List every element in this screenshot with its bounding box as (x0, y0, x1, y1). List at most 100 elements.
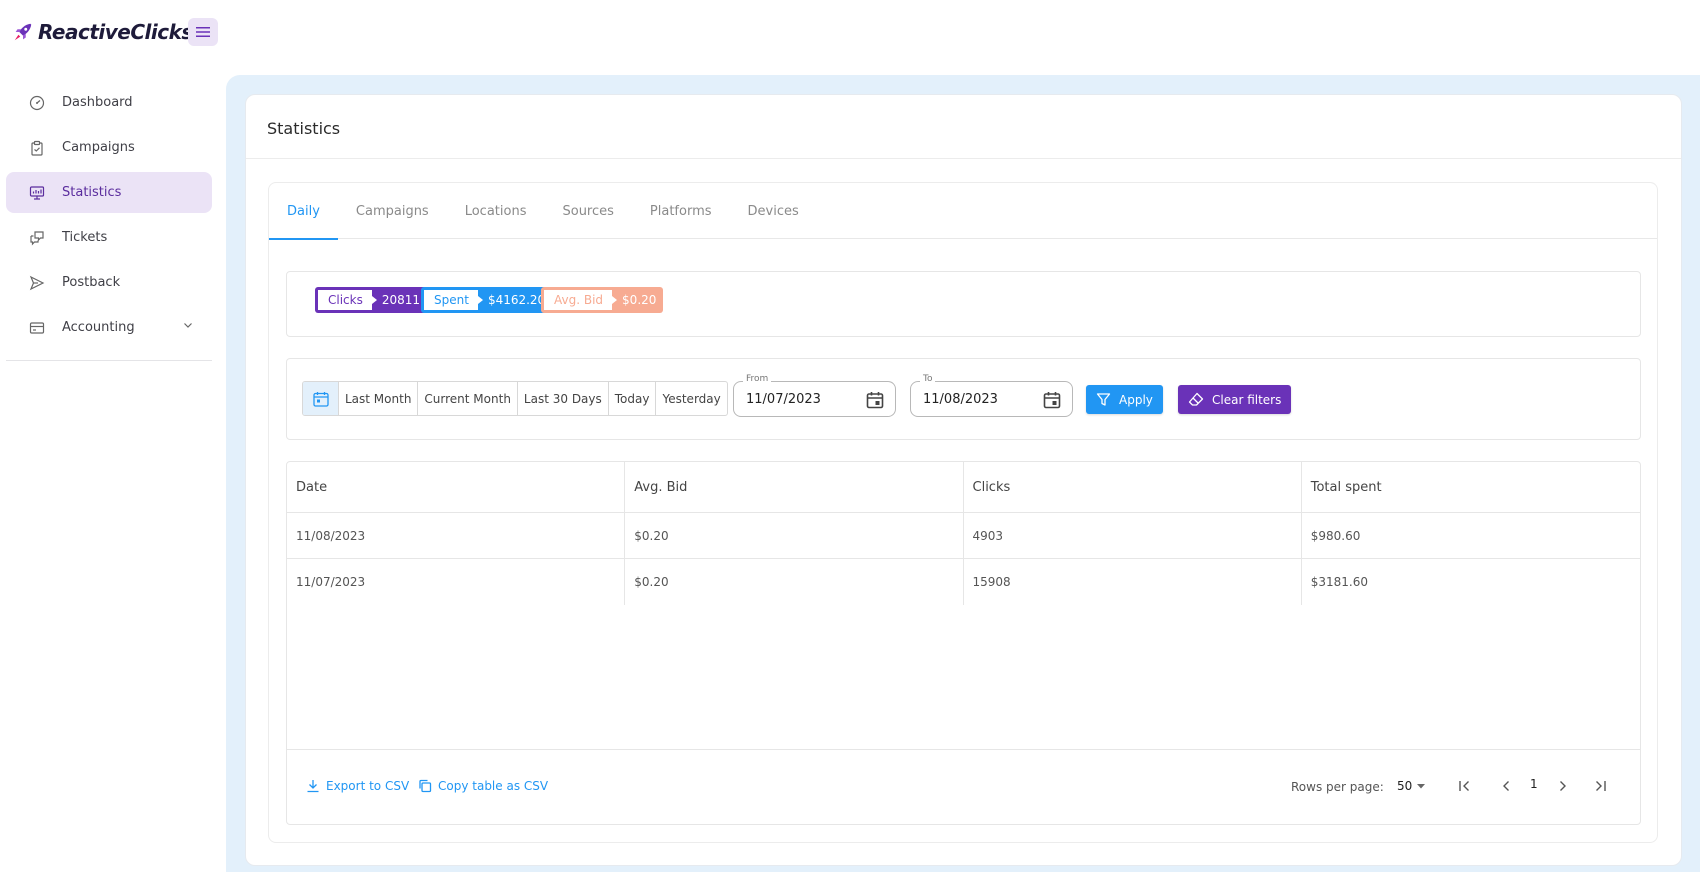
sidebar-item-label: Statistics (62, 185, 122, 200)
sidebar-nav: Dashboard Campaigns Statistics Tickets P… (6, 82, 212, 352)
to-date-label: To (920, 374, 936, 384)
app-root: ReactiveClicks Dashboard Campaigns Stati… (0, 0, 1700, 872)
cell-date: 11/08/2023 (287, 513, 626, 558)
copy-csv-button[interactable]: Copy table as CSV (418, 779, 548, 793)
first-page-icon (1459, 781, 1469, 791)
summary-box: Clicks 20811 Spent $4162.20 Avg. Bid $0.… (286, 271, 1641, 337)
apply-button[interactable]: Apply (1086, 385, 1163, 414)
sidebar-item-label: Accounting (62, 320, 135, 335)
rows-per-page-label: Rows per page: (1291, 780, 1384, 794)
clicks-badge: Clicks 20811 (315, 287, 428, 313)
menu-toggle-button[interactable] (188, 18, 218, 46)
table-row[interactable]: 11/07/2023 $0.20 15908 $3181.60 (287, 559, 1640, 605)
dashboard-gauge-icon (28, 94, 46, 112)
chevron-down-icon (182, 319, 194, 335)
avg-bid-badge: Avg. Bid $0.20 (541, 287, 664, 313)
caret-down-icon (1417, 784, 1426, 789)
chevron-right-icon (1560, 781, 1566, 791)
avg-bid-label: Avg. Bid (544, 290, 618, 310)
sidebar-item-statistics[interactable]: Statistics (6, 172, 212, 213)
column-header-clicks[interactable]: Clicks (964, 462, 1302, 513)
export-csv-label: Export to CSV (326, 779, 410, 793)
sidebar-item-postback[interactable]: Postback (6, 262, 212, 303)
tab-campaigns[interactable]: Campaigns (338, 183, 447, 239)
filter-funnel-icon (1096, 393, 1111, 406)
tab-locations[interactable]: Locations (447, 183, 545, 239)
last-page-icon (1596, 781, 1606, 791)
table-header: Date Avg. Bid Clicks Total spent (287, 462, 1640, 513)
rows-per-page-select[interactable]: 50 (1397, 779, 1426, 793)
export-csv-button[interactable]: Export to CSV (306, 779, 409, 793)
tab-platforms[interactable]: Platforms (632, 183, 730, 239)
tab-bar: Daily Campaigns Locations Sources Platfo… (269, 183, 1657, 240)
monitor-chart-icon (28, 184, 46, 202)
sidebar-item-label: Campaigns (62, 140, 135, 155)
calendar-icon[interactable] (865, 390, 885, 414)
clicks-label: Clicks (318, 290, 377, 310)
brand[interactable]: ReactiveClicks (12, 16, 193, 48)
copy-csv-label: Copy table as CSV (438, 779, 549, 793)
cell-avg-bid: $0.20 (625, 559, 964, 605)
apply-button-label: Apply (1119, 392, 1153, 407)
sidebar-item-label: Postback (62, 275, 121, 290)
last-page-button[interactable] (1592, 778, 1608, 798)
rocket-logo-icon (14, 23, 32, 41)
calendar-preset-button[interactable] (303, 382, 339, 415)
sidebar-divider (6, 360, 212, 361)
tab-devices[interactable]: Devices (730, 183, 817, 239)
send-plane-icon (28, 274, 46, 292)
sidebar-item-label: Tickets (62, 230, 108, 245)
clear-filters-label: Clear filters (1212, 392, 1282, 407)
column-header-date[interactable]: Date (287, 462, 626, 513)
download-icon (307, 780, 319, 793)
cell-clicks: 15908 (964, 559, 1302, 605)
from-date-value: 11/07/2023 (746, 392, 821, 407)
preset-last-30-days[interactable]: Last 30 Days (518, 382, 609, 415)
preset-last-month[interactable]: Last Month (339, 382, 419, 415)
cell-total-spent: $3181.60 (1310, 575, 1369, 589)
cell-date: 11/07/2023 (287, 559, 626, 605)
calendar-icon[interactable] (1042, 390, 1062, 414)
statistics-table: Date Avg. Bid Clicks Total spent 11/08/2… (286, 461, 1641, 825)
spent-label: Spent (424, 290, 483, 310)
preset-yesterday[interactable]: Yesterday (656, 382, 726, 415)
first-page-button[interactable] (1457, 778, 1473, 798)
calendar-icon (312, 391, 329, 407)
page-title: Statistics (267, 119, 341, 138)
filter-box: Last Month Current Month Last 30 Days To… (286, 358, 1641, 440)
next-page-button[interactable] (1555, 778, 1571, 798)
statistics-panel: Daily Campaigns Locations Sources Platfo… (268, 182, 1658, 843)
sidebar-item-tickets[interactable]: Tickets (6, 217, 212, 258)
column-header-total-spent[interactable]: Total spent (1302, 462, 1640, 513)
tab-sources[interactable]: Sources (544, 183, 631, 239)
statistics-card: Statistics Daily Campaigns Locations Sou… (245, 94, 1682, 866)
cell-total-spent: $980.60 (1310, 528, 1361, 543)
to-date-value: 11/08/2023 (923, 392, 998, 407)
brand-name: ReactiveClicks (38, 20, 193, 44)
column-header-avg-bid[interactable]: Avg. Bid (625, 462, 964, 513)
preset-current-month[interactable]: Current Month (418, 382, 518, 415)
previous-page-button[interactable] (1498, 778, 1514, 798)
preset-today[interactable]: Today (609, 382, 657, 415)
card-divider (246, 158, 1681, 159)
chat-bubbles-icon (28, 229, 46, 247)
sidebar-item-label: Dashboard (62, 95, 133, 110)
chevron-left-icon (1503, 781, 1509, 791)
sidebar-item-dashboard[interactable]: Dashboard (6, 82, 212, 123)
clear-filters-button[interactable]: Clear filters (1178, 385, 1292, 414)
cell-avg-bid: $0.20 (625, 513, 964, 558)
spent-badge: Spent $4162.20 (421, 287, 553, 313)
table-footer: Export to CSV Copy table as CSV Rows per… (287, 749, 1640, 824)
cell-clicks: 4903 (964, 513, 1302, 558)
hamburger-icon (196, 27, 210, 37)
eraser-icon (1188, 392, 1204, 406)
from-date-field[interactable]: From 11/07/2023 (733, 374, 896, 417)
table-row[interactable]: 11/08/2023 $0.20 4903 $980.60 (287, 513, 1640, 559)
current-page-number: 1 (1530, 777, 1538, 791)
to-date-field[interactable]: To 11/08/2023 (910, 374, 1073, 417)
sidebar-item-campaigns[interactable]: Campaigns (6, 127, 212, 168)
tab-daily[interactable]: Daily (269, 183, 338, 240)
date-presets: Last Month Current Month Last 30 Days To… (302, 381, 728, 416)
clipboard-icon (28, 139, 46, 157)
sidebar-item-accounting[interactable]: Accounting (6, 307, 212, 348)
